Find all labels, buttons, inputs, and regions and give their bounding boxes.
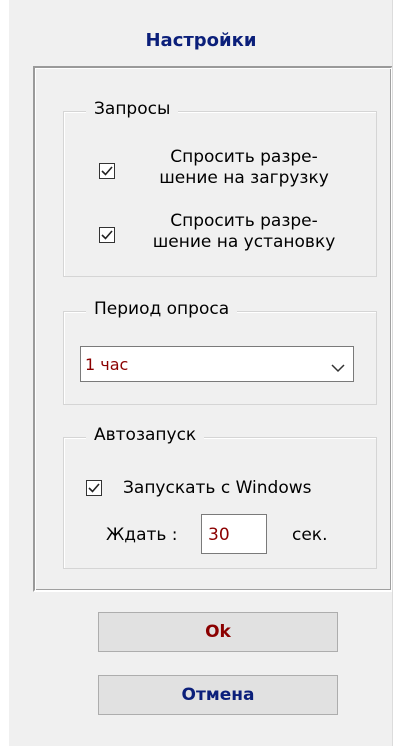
dialog-title: Настройки [145,30,257,51]
poll-period-select[interactable]: 1 час [80,346,354,382]
ask-install-label[interactable]: Спросить разре- шение на установку [139,211,349,253]
ask-download-checkbox[interactable] [99,163,115,179]
cancel-button[interactable]: Отмена [98,675,338,715]
checkmark-icon [88,483,100,493]
ask-install-checkbox[interactable] [99,227,115,243]
poll-period-value: 1 час [85,355,129,374]
checkmark-icon [101,230,113,240]
autostart-group-title: Автозапуск [86,425,205,445]
wait-seconds-input[interactable]: 30 [201,514,267,554]
wait-label: Ждать : [106,525,178,545]
settings-dialog: Настройки Запросы Спросить разре- шение … [8,0,393,746]
ask-download-label[interactable]: Спросить разре- шение на загрузку [139,147,349,189]
window-edge [392,0,404,746]
run-with-windows-checkbox[interactable] [86,480,102,496]
poll-period-group-title: Период опроса [86,299,238,319]
checkmark-icon [101,166,113,176]
chevron-down-icon[interactable] [331,358,345,377]
ok-button[interactable]: Ok [98,612,338,652]
run-with-windows-label[interactable]: Запускать с Windows [123,478,312,499]
seconds-unit-label: сек. [292,525,328,545]
requests-group-title: Запросы [86,99,179,119]
